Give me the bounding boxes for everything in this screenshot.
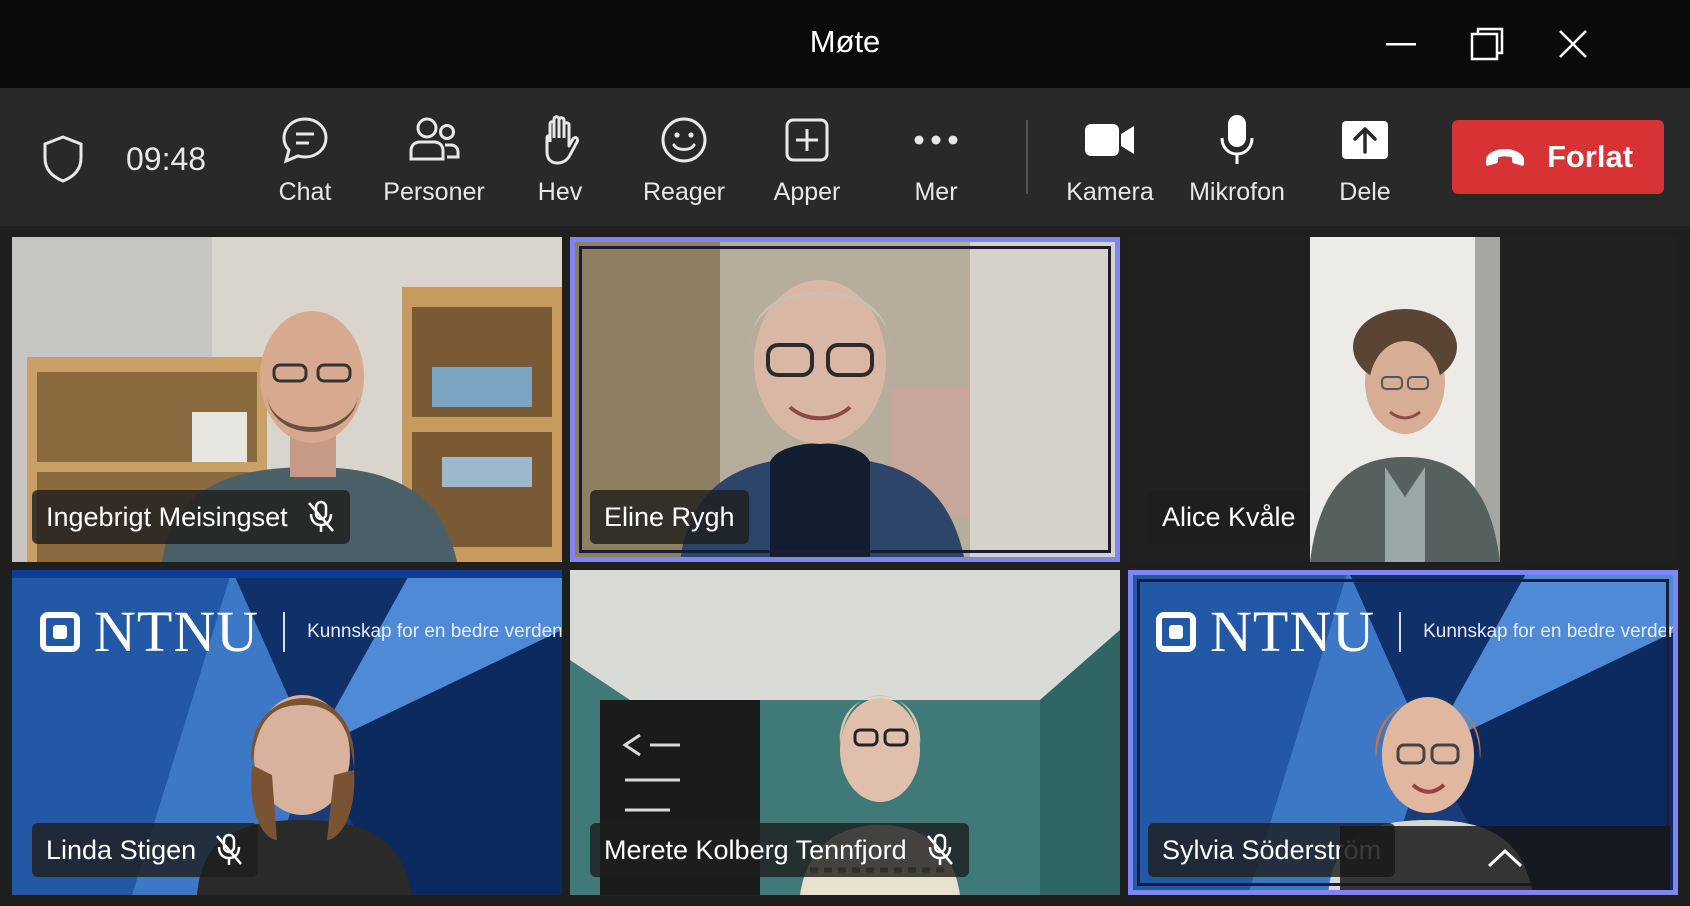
window-title: Møte — [809, 24, 881, 59]
ntnu-logo-icon — [1156, 611, 1196, 652]
share-button[interactable]: Dele — [1305, 112, 1425, 207]
video-tile-alice[interactable]: Alice Kvåle — [1128, 237, 1678, 562]
people-button[interactable]: Personer — [374, 112, 494, 207]
toolbar-divider — [1026, 120, 1028, 194]
react-button[interactable]: Reager — [624, 112, 744, 207]
expand-self-view-button[interactable] — [1340, 826, 1670, 890]
participant-name: Merete Kolberg Tennfjord — [604, 834, 907, 865]
share-label: Dele — [1339, 178, 1391, 206]
people-icon — [406, 112, 462, 168]
smiley-icon — [656, 112, 712, 168]
video-camera-icon — [1082, 112, 1138, 168]
hang-up-phone-icon — [1485, 149, 1524, 166]
raise-hand-button[interactable]: Hev — [500, 112, 620, 207]
restore-icon — [1470, 27, 1504, 61]
video-tile-linda[interactable]: NTNU Kunnskap for en bedre verden Linda … — [12, 570, 562, 895]
microphone-icon — [1209, 112, 1265, 168]
video-tile-merete[interactable]: Merete Kolberg Tennfjord — [570, 570, 1120, 895]
video-tile-ingebrigt[interactable]: Ingebrigt Meisingset — [12, 237, 562, 562]
minimize-icon — [1386, 43, 1416, 46]
raised-hand-icon — [532, 112, 588, 168]
ntnu-logo-icon — [40, 611, 80, 652]
close-button[interactable] — [1545, 20, 1601, 68]
chat-bubble-icon — [277, 112, 333, 168]
microphone-label: Mikrofon — [1189, 178, 1285, 206]
camera-button[interactable]: Kamera — [1050, 112, 1170, 207]
meeting-timer: 09:48 — [126, 141, 207, 177]
camera-label: Kamera — [1066, 178, 1154, 206]
ellipsis-icon — [908, 112, 964, 168]
mic-off-icon — [926, 833, 953, 865]
close-icon — [1559, 30, 1587, 58]
maximize-button[interactable] — [1459, 20, 1515, 68]
ntnu-wordmark: NTNU — [94, 599, 260, 664]
more-label: Mer — [914, 178, 958, 206]
microphone-button[interactable]: Mikrofon — [1177, 112, 1297, 207]
video-tile-eline[interactable]: Eline Rygh — [570, 237, 1120, 562]
participant-name: Eline Rygh — [604, 501, 735, 532]
participant-name: Linda Stigen — [46, 834, 197, 865]
leave-label: Forlat — [1546, 139, 1634, 174]
minimize-button[interactable] — [1373, 20, 1429, 68]
mic-off-icon — [307, 500, 334, 532]
ntnu-wordmark: NTNU — [1210, 599, 1376, 664]
ntnu-banner: NTNU Kunnskap for en bedre verden — [1156, 598, 1678, 665]
chevron-up-icon — [1487, 848, 1523, 868]
banner-separator — [283, 611, 286, 652]
apps-label: Apper — [773, 178, 841, 206]
chat-label: Chat — [278, 178, 332, 206]
ntnu-tagline: Kunnskap for en bedre verden — [307, 620, 562, 642]
leave-button[interactable]: Forlat — [1452, 120, 1664, 194]
more-button[interactable]: Mer — [876, 112, 996, 207]
people-label: Personer — [383, 178, 485, 206]
react-label: Reager — [643, 178, 725, 206]
participant-name-tag: Eline Rygh — [590, 490, 749, 544]
ntnu-tagline: Kunnskap for en bedre verden — [1423, 620, 1678, 642]
participant-name-tag: Ingebrigt Meisingset — [32, 490, 350, 544]
participant-video — [1310, 237, 1500, 562]
title-bar: Møte — [0, 0, 1690, 88]
participant-name: Ingebrigt Meisingset — [46, 501, 288, 532]
shield-icon[interactable] — [40, 134, 86, 189]
mic-off-icon — [216, 833, 243, 865]
chat-button[interactable]: Chat — [245, 112, 365, 207]
participant-name: Alice Kvåle — [1162, 501, 1296, 532]
raise-hand-label: Hev — [537, 178, 583, 206]
participant-name-tag: Linda Stigen — [32, 823, 259, 877]
participant-name-tag: Alice Kvåle — [1148, 490, 1310, 544]
plus-square-icon — [779, 112, 835, 168]
banner-separator — [1399, 611, 1402, 652]
participant-name-tag: Merete Kolberg Tennfjord — [590, 823, 969, 877]
ntnu-banner: NTNU Kunnskap for en bedre verden — [40, 598, 562, 665]
share-upload-icon — [1337, 112, 1393, 168]
apps-button[interactable]: Apper — [747, 112, 867, 207]
